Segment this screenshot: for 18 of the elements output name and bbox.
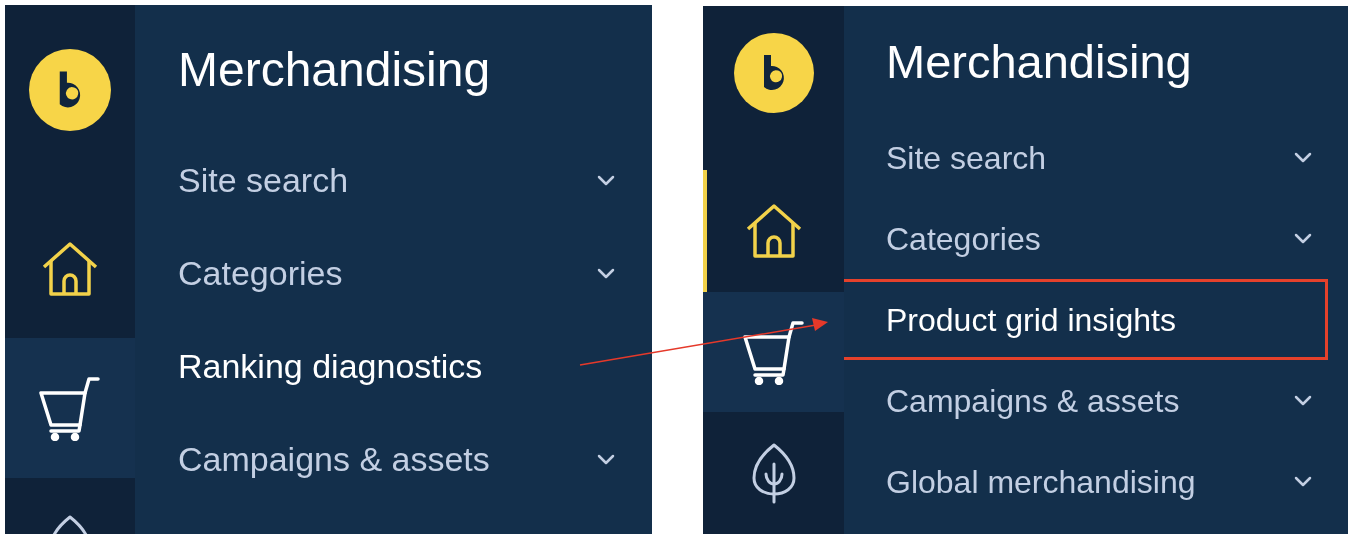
menu-item[interactable]: Categories [135, 227, 652, 320]
rail-item[interactable] [703, 170, 844, 292]
logo-icon [29, 49, 111, 131]
leaf-icon [751, 442, 796, 504]
menu-item[interactable]: Global merchandising [844, 441, 1348, 522]
rail-item[interactable] [703, 292, 844, 412]
menu-item[interactable]: Site search [844, 117, 1348, 198]
menu-title: Merchandising [178, 42, 492, 98]
menu-title: Merchandising [886, 34, 1193, 90]
menu-item[interactable]: Categories [844, 198, 1348, 279]
logo-icon [733, 33, 814, 113]
cart-icon [39, 375, 101, 441]
menu-item[interactable]: Site search [135, 134, 652, 227]
home-icon [40, 239, 100, 299]
cart-icon [742, 319, 805, 385]
menu-item[interactable]: Campaigns & assets [844, 360, 1348, 441]
menu-item[interactable]: Ranking diagnostics [135, 320, 652, 413]
menu-item[interactable]: Campaigns & assets [135, 413, 652, 506]
